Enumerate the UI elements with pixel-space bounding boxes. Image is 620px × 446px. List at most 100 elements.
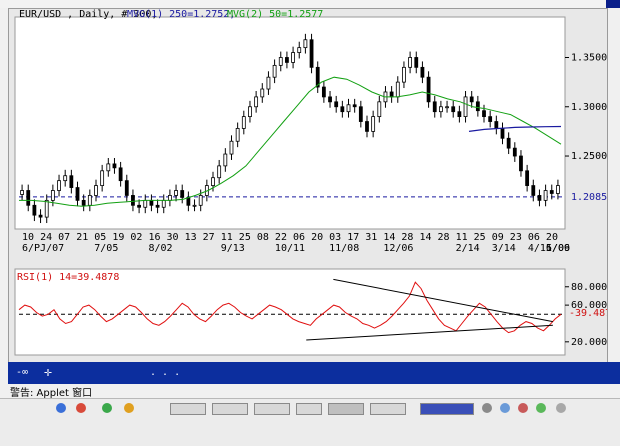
candle-body	[63, 175, 68, 182]
candle-body	[149, 199, 154, 206]
x-date-label: 8/02	[148, 243, 172, 254]
tray-icon[interactable]	[556, 403, 566, 413]
candle-body	[272, 64, 277, 78]
candle-body	[69, 175, 74, 188]
candle-body	[248, 106, 252, 118]
tray-icon[interactable]	[536, 403, 546, 413]
x-date-label: 6/06	[546, 243, 570, 254]
candle-body	[94, 185, 98, 196]
tray-icon[interactable]	[482, 403, 492, 413]
taskbar-window-button[interactable]	[420, 403, 474, 415]
candle-body	[285, 57, 289, 63]
candle-body	[124, 180, 129, 196]
candle-body	[241, 116, 246, 129]
candle-body	[500, 128, 505, 139]
candle-body	[537, 195, 542, 201]
legend-ma50: MVG(2) 50=1.2577	[227, 9, 323, 20]
candle-body	[118, 167, 123, 182]
candle-body	[328, 96, 332, 103]
chart-frame: EUR/USD , Daily, # 300, MVG(1) 250=1.275…	[8, 8, 617, 364]
tray-icon[interactable]	[500, 403, 510, 413]
candle-body	[438, 106, 443, 113]
x-day-label: 25	[474, 232, 486, 243]
x-day-label: 14	[419, 232, 431, 243]
app-icon[interactable]	[102, 403, 112, 413]
x-day-label: 05	[94, 232, 106, 243]
taskbar-window-button[interactable]	[370, 403, 406, 415]
x-day-label: 30	[167, 232, 179, 243]
candle-body	[358, 106, 363, 122]
candle-body	[432, 101, 437, 113]
candle-body	[402, 66, 406, 83]
candle-body	[371, 116, 376, 132]
crosshair-icon[interactable]: ✛	[44, 366, 52, 379]
candle-body	[278, 57, 283, 66]
reference-label: 1.2085	[571, 192, 607, 203]
tray-icon[interactable]	[518, 403, 528, 413]
candle-body	[377, 101, 382, 118]
taskbar-window-button[interactable]	[254, 403, 290, 415]
taskbar-window-button[interactable]	[328, 403, 364, 415]
candle-body	[519, 155, 523, 172]
candle-body	[180, 190, 185, 198]
candle-body	[389, 91, 394, 98]
top-strip	[0, 0, 620, 8]
x-date-label: 9/13	[221, 243, 245, 254]
candle-body	[321, 86, 326, 98]
x-day-label: 17	[347, 232, 359, 243]
candle-body	[26, 190, 31, 206]
rsi-title: RSI(1) 14=39.4878	[17, 272, 119, 283]
candle-body	[352, 104, 357, 108]
x-date-label: 7/05	[94, 243, 118, 254]
candle-body	[451, 106, 456, 113]
x-date-label: 3/14	[492, 243, 516, 254]
candle-body	[254, 96, 259, 108]
taskbar-window-button[interactable]	[296, 403, 322, 415]
toolbar-ellipsis: . . .	[150, 367, 181, 378]
legend-ma250: MVG(1) 250=1.2752,	[127, 9, 235, 20]
candle-body	[57, 180, 61, 191]
candle-body	[297, 47, 302, 53]
candle-body	[192, 204, 197, 207]
candle-body	[309, 39, 314, 68]
rsi-current-label: -39.4878	[569, 308, 607, 319]
candle-body	[87, 195, 92, 206]
x-day-label: 02	[130, 232, 142, 243]
chart-window: EUR/USD , Daily, # 300, MVG(1) 250=1.275…	[0, 0, 620, 446]
candle-body	[303, 39, 308, 49]
x-day-label: 21	[76, 232, 88, 243]
candle-body	[32, 204, 37, 216]
x-day-label: 11	[221, 232, 233, 243]
x-day-label: 31	[365, 232, 377, 243]
browser-icon[interactable]	[56, 403, 66, 413]
x-day-label: 10	[22, 232, 34, 243]
candle-body	[340, 106, 345, 113]
status-row	[0, 384, 620, 398]
taskbar-window-button[interactable]	[170, 403, 206, 415]
x-day-label: 20	[546, 232, 558, 243]
x-date-label: 11/08	[329, 243, 359, 254]
candle-body	[131, 195, 135, 206]
candle-body	[463, 96, 468, 118]
chart-svg[interactable]: EUR/USD , Daily, # 300, MVG(1) 250=1.275…	[9, 9, 617, 363]
candle-body	[543, 190, 548, 201]
app-icon[interactable]	[124, 403, 134, 413]
zoom-button[interactable]: -∞	[16, 367, 28, 379]
taskbar	[0, 398, 620, 446]
candle-body	[346, 104, 351, 113]
candle-body	[531, 185, 536, 196]
app-icon[interactable]	[76, 403, 86, 413]
candle-body	[167, 195, 172, 201]
candle-body	[525, 170, 530, 186]
candle-body	[211, 177, 215, 186]
taskbar-window-button[interactable]	[212, 403, 248, 415]
candle-body	[137, 204, 142, 208]
candle-body	[198, 195, 203, 206]
candle-body	[260, 88, 265, 98]
top-blue-corner	[606, 0, 620, 8]
candle-body	[291, 52, 295, 63]
candle-body	[549, 190, 554, 194]
candle-body	[44, 199, 49, 218]
x-date-labels: 6/PJ/07 7/05 8/02 9/13 10/11 11/08 12/06 2/14 3/…	[22, 243, 570, 254]
candle-body	[420, 66, 425, 78]
